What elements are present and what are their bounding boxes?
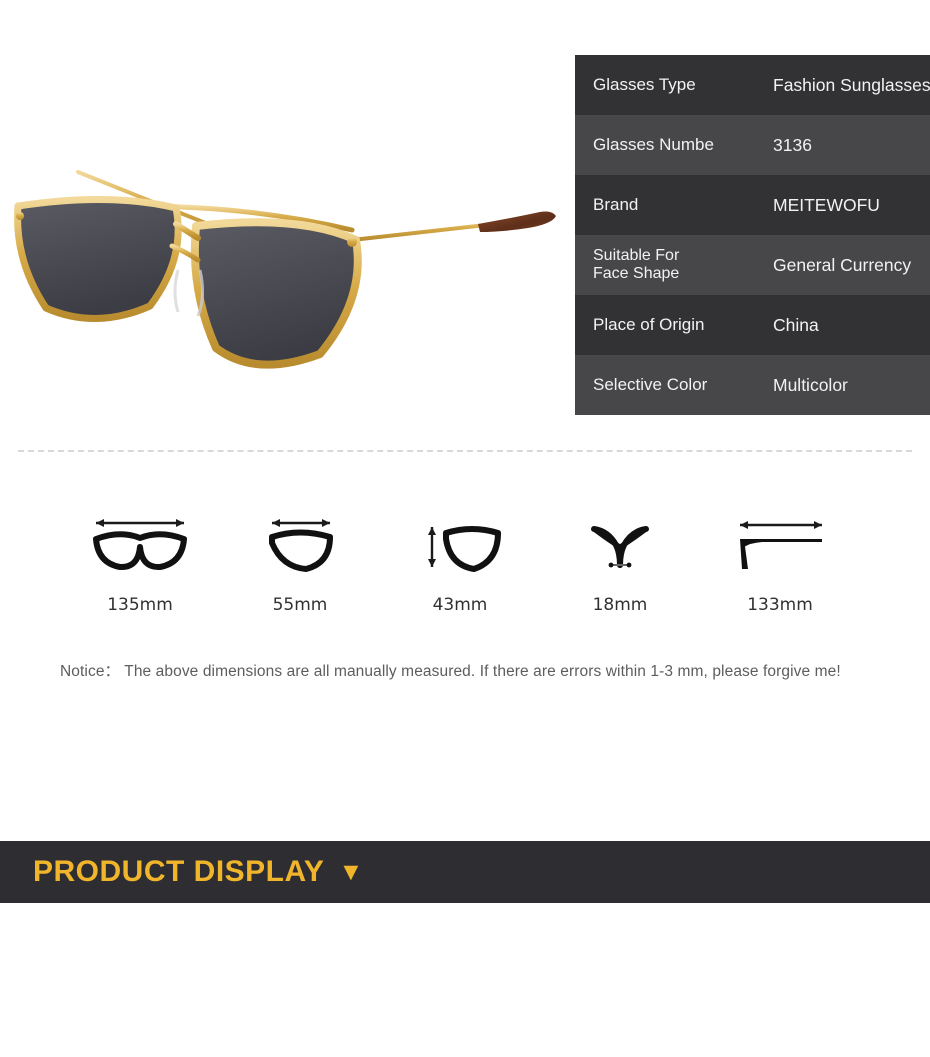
bridge-width-icon (540, 505, 700, 577)
lens-width-icon (220, 505, 380, 577)
dimension-item: 43mm (380, 505, 540, 615)
dimension-label: 43mm (432, 595, 488, 615)
dimension-item: 133mm (700, 505, 860, 615)
banner-title: PRODUCT DISPLAY (33, 855, 325, 888)
dimensions-row: 135mm 55mm 43mm 18mm 133mm (60, 505, 860, 615)
dimension-label: 133mm (747, 595, 813, 615)
table-row: Suitable For Face Shape General Currency (575, 235, 930, 295)
dimension-item: 55mm (220, 505, 380, 615)
frame-total-width-icon (60, 505, 220, 577)
dimension-label: 55mm (272, 595, 328, 615)
spec-label-line1: Suitable For (593, 247, 680, 265)
spec-label: Glasses Numbe (593, 135, 714, 155)
spec-label-line2: Face Shape (593, 265, 680, 282)
bottom-blank-area (0, 903, 930, 1057)
table-row: Selective Color Multicolor (575, 355, 930, 415)
spec-label: Suitable For Face Shape (575, 235, 771, 295)
spec-label: Brand (593, 195, 639, 215)
spec-label: Place of Origin (593, 315, 705, 335)
product-photo (0, 120, 570, 400)
specification-table: Glasses Type Fashion Sunglasses Glasses … (575, 55, 930, 415)
dimension-label: 18mm (592, 595, 648, 615)
product-display-banner: PRODUCT DISPLAY ▼ (0, 841, 930, 903)
spec-label: Glasses Type (593, 75, 696, 95)
table-row: Place of Origin China (575, 295, 930, 355)
spec-label: Selective Color (593, 375, 708, 395)
spec-value: Multicolor (773, 374, 848, 395)
chevron-down-icon: ▼ (338, 857, 364, 886)
table-row: Glasses Numbe 3136 (575, 115, 930, 175)
dimension-item: 135mm (60, 505, 220, 615)
spec-value: China (773, 314, 819, 335)
hero-section: Glasses Type Fashion Sunglasses Glasses … (0, 0, 930, 440)
measurement-notice: Notice： The above dimensions are all man… (60, 663, 841, 680)
section-divider (18, 450, 912, 452)
spec-value: 3136 (773, 134, 812, 155)
dimension-label: 135mm (107, 595, 173, 615)
spec-value: MEITEWOFU (773, 194, 880, 215)
spec-value: General Currency (773, 254, 912, 275)
table-row: Brand MEITEWOFU (575, 175, 930, 235)
spec-value: Fashion Sunglasses (773, 74, 930, 95)
temple-arm-length-icon (700, 505, 860, 577)
table-row: Glasses Type Fashion Sunglasses (575, 55, 930, 115)
dimension-item: 18mm (540, 505, 700, 615)
lens-height-icon (380, 505, 540, 577)
